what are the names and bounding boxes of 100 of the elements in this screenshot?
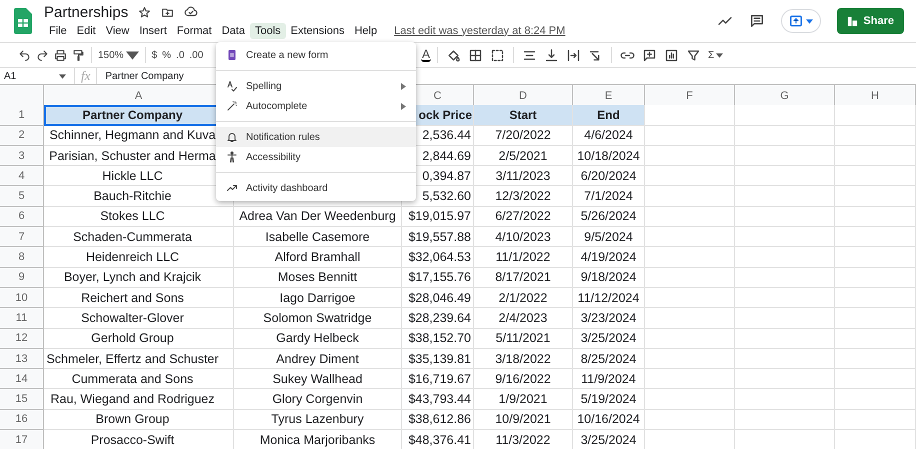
- row-number[interactable]: 7: [0, 227, 44, 248]
- table-cell: 6/27/2022: [474, 206, 573, 228]
- menu-item[interactable]: Extensions: [286, 22, 350, 38]
- form-icon: [226, 49, 238, 61]
- formula-input[interactable]: Partner Company: [105, 70, 184, 82]
- table-cell: 11/1/2022: [474, 247, 573, 268]
- table-cell: Boyer, Lynch and Krajcik: [44, 268, 234, 288]
- table-cell: $35,139.81: [402, 348, 474, 370]
- caret-icon: [126, 48, 139, 62]
- column-header[interactable]: E: [573, 85, 645, 107]
- row-number[interactable]: 4: [0, 166, 44, 186]
- sheet-icon: [847, 16, 858, 26]
- row-number[interactable]: 8: [0, 247, 44, 268]
- menu-item[interactable]: View: [100, 22, 134, 38]
- menu-item[interactable]: File: [44, 22, 72, 38]
- table-cell: 3/11/2023: [474, 166, 573, 186]
- zoom-dropdown[interactable]: 150%: [96, 46, 141, 64]
- table-cell: Iago Darrigoe: [234, 288, 402, 308]
- cell-reference[interactable]: A1: [4, 70, 16, 82]
- row-number[interactable]: 16: [0, 410, 44, 430]
- last-edit-link[interactable]: Last edit was yesterday at 8:24 PM: [394, 24, 566, 36]
- row-number[interactable]: 1: [0, 105, 44, 126]
- table-cell: Adrea Van Der Weedenburg: [234, 206, 402, 228]
- row-number[interactable]: 17: [0, 430, 44, 449]
- star-icon: [138, 6, 152, 18]
- trend-icon: [226, 182, 238, 194]
- row-number[interactable]: 5: [0, 186, 44, 207]
- table-cell: $48,376.41: [402, 430, 474, 449]
- row-number[interactable]: 12: [0, 328, 44, 349]
- menu-item[interactable]: Edit: [72, 22, 101, 38]
- table-cell: $16,719.67: [402, 369, 474, 390]
- table-cell: Solomon Swatridge: [234, 308, 402, 329]
- table-cell: Sukey Wallhead: [234, 369, 402, 390]
- table-cell: Alford Bramhall: [234, 247, 402, 268]
- functions-button[interactable]: Σ: [706, 48, 726, 62]
- table-cell: Isabelle Casemore: [234, 227, 402, 248]
- caret-icon: [716, 52, 724, 58]
- row-number[interactable]: 2: [0, 126, 44, 146]
- cloud-icon: [184, 5, 198, 19]
- table-cell: 5/11/2021: [474, 328, 573, 349]
- menu-item[interactable]: Data: [216, 22, 250, 38]
- text-color-button[interactable]: A: [421, 48, 432, 62]
- row-number[interactable]: 13: [0, 348, 44, 370]
- table-cell: 12/3/2022: [474, 186, 573, 207]
- table-cell: Schaden-Cummerata: [44, 227, 234, 248]
- table-cell: 7/20/2022: [474, 126, 573, 146]
- table-cell: 2/4/2023: [474, 308, 573, 329]
- sheets-logo[interactable]: [14, 8, 32, 34]
- menu-option[interactable]: Notification rules: [216, 127, 416, 147]
- present-icon: [789, 14, 804, 28]
- table-cell: Schowalter-Glover: [44, 308, 234, 329]
- table-cell: Moses Bennitt: [234, 268, 402, 288]
- row-number[interactable]: 3: [0, 146, 44, 166]
- wand-icon: [226, 100, 238, 112]
- table-cell: 2/5/2021: [474, 146, 573, 166]
- row-number[interactable]: 11: [0, 308, 44, 329]
- table-cell: $19,557.88: [402, 227, 474, 248]
- table-cell: $32,064.53: [402, 247, 474, 268]
- table-cell: Brown Group: [44, 410, 234, 430]
- column-header[interactable]: F: [645, 85, 735, 107]
- table-cell: 3/18/2022: [474, 348, 573, 370]
- header-cell: Start: [474, 105, 573, 126]
- row-number[interactable]: 14: [0, 369, 44, 390]
- share-button[interactable]: Share: [837, 8, 904, 34]
- table-cell: $28,046.49: [402, 288, 474, 308]
- table-cell: Rau, Wiegand and Rodriguez: [44, 389, 234, 410]
- table-cell: $19,015.97: [402, 206, 474, 228]
- menu-item[interactable]: Format: [172, 22, 217, 38]
- caret-icon: [806, 18, 814, 24]
- percent-button[interactable]: %: [160, 48, 174, 62]
- decrease-decimals-button[interactable]: .0: [174, 48, 186, 62]
- table-cell: Stokes LLC: [44, 206, 234, 228]
- currency-button[interactable]: $: [150, 48, 160, 62]
- person-icon: [226, 151, 238, 163]
- column-header[interactable]: G: [735, 85, 835, 107]
- table-cell: Reichert and Sons: [44, 288, 234, 308]
- row-number[interactable]: 10: [0, 288, 44, 308]
- folder-icon: [161, 6, 174, 18]
- menu-item[interactable]: Tools: [250, 22, 286, 38]
- present-button[interactable]: [781, 9, 822, 33]
- table-cell: 10/9/2021: [474, 410, 573, 430]
- table-cell: 1/9/2021: [474, 389, 573, 410]
- table-cell: Andrey Diment: [234, 348, 402, 370]
- menu-option[interactable]: Create a new form: [216, 45, 416, 65]
- table-cell: Heidenreich LLC: [44, 247, 234, 268]
- caret-icon: [59, 74, 66, 78]
- table-cell: 8/17/2021: [474, 268, 573, 288]
- document-title[interactable]: Partnerships: [44, 4, 128, 20]
- column-header[interactable]: H: [835, 85, 916, 107]
- row-number[interactable]: 15: [0, 389, 44, 410]
- row-number[interactable]: 9: [0, 268, 44, 288]
- table-cell: Glory Corgenvin: [234, 389, 402, 410]
- increase-decimals-button[interactable]: .00: [187, 48, 206, 62]
- fx-label: fx: [74, 68, 98, 84]
- row-number[interactable]: 6: [0, 206, 44, 228]
- table-cell: $38,152.70: [402, 328, 474, 349]
- table-cell: $17,155.76: [402, 268, 474, 288]
- menu-item[interactable]: Help: [349, 22, 382, 38]
- menu-item[interactable]: Insert: [134, 22, 172, 38]
- column-header[interactable]: D: [474, 85, 573, 107]
